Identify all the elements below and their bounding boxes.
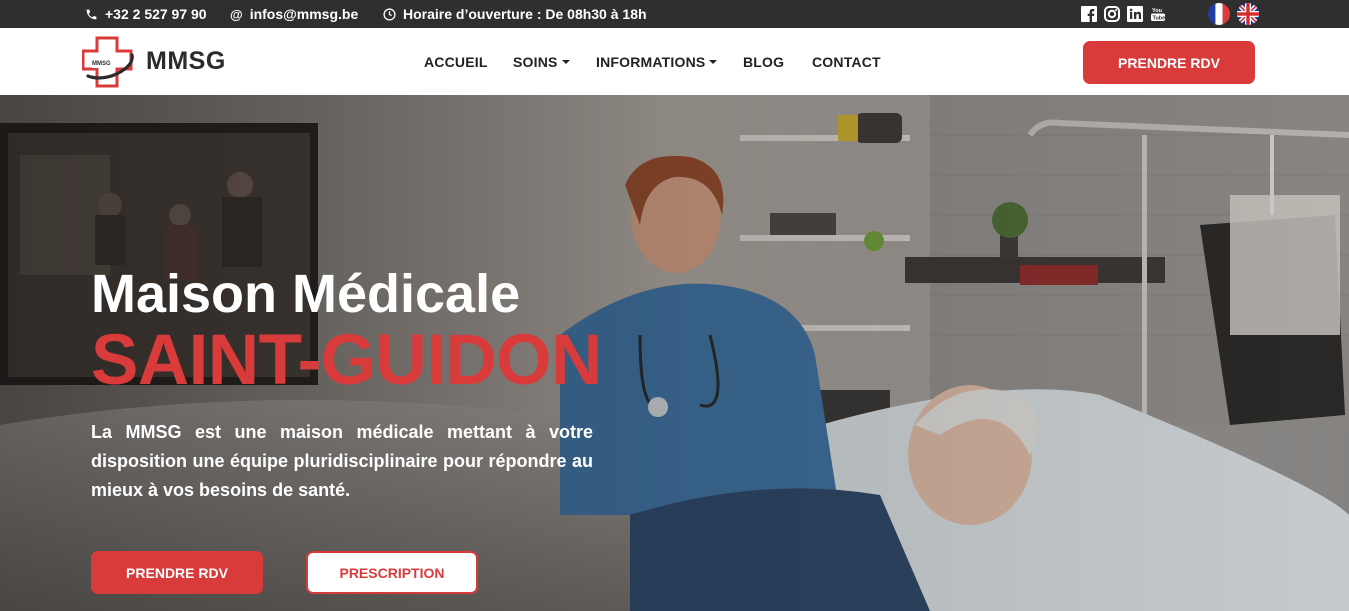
at-icon: @ bbox=[230, 6, 243, 22]
hero-subtitle: SAINT-GUIDON bbox=[91, 321, 602, 400]
fr-flag-icon[interactable] bbox=[1208, 3, 1230, 25]
hours-text: Horaire d’ouverture : De 08h30 à 18h bbox=[403, 6, 647, 22]
instagram-icon[interactable] bbox=[1104, 6, 1120, 22]
email-text: infos@mmsg.be bbox=[249, 6, 359, 22]
hero-description: La MMSG est une maison médicale mettant … bbox=[91, 422, 593, 500]
nav-contact[interactable]: CONTACT bbox=[812, 54, 881, 70]
main-navbar: MMSG MMSG ACCUEIL SOINS INFORMATIONS BLO… bbox=[0, 28, 1349, 96]
svg-text:Tube: Tube bbox=[1153, 16, 1166, 22]
nav-label: ACCUEIL bbox=[424, 54, 488, 70]
nav-label: INFORMATIONS bbox=[596, 54, 706, 70]
brand-name[interactable]: MMSG bbox=[146, 47, 226, 76]
caret-down-icon bbox=[561, 60, 570, 64]
clock-icon bbox=[383, 7, 396, 21]
linkedin-icon[interactable] bbox=[1127, 6, 1143, 22]
uk-flag-icon[interactable] bbox=[1237, 3, 1259, 25]
nav-soins-dropdown[interactable]: SOINS bbox=[513, 54, 570, 70]
hero-title: Maison Médicale bbox=[91, 264, 521, 324]
nav-label: SOINS bbox=[513, 54, 558, 70]
nav-label: BLOG bbox=[743, 54, 785, 70]
hero-section: Maison Médicale SAINT-GUIDON La MMSG est… bbox=[0, 95, 1349, 611]
nav-informations-dropdown[interactable]: INFORMATIONS bbox=[596, 54, 718, 70]
email-contact[interactable]: @ infos@mmsg.be bbox=[230, 0, 358, 28]
youtube-icon[interactable]: You Tube bbox=[1150, 6, 1166, 22]
caret-down-icon bbox=[709, 60, 718, 64]
phone-text: +32 2 527 97 90 bbox=[105, 6, 207, 22]
top-bar: +32 2 527 97 90 @ infos@mmsg.be Horaire … bbox=[0, 0, 1349, 28]
nav-accueil[interactable]: ACCUEIL bbox=[424, 54, 488, 70]
nav-blog[interactable]: BLOG bbox=[743, 54, 784, 70]
prendre-rdv-nav-button[interactable]: PRENDRE RDV bbox=[1083, 41, 1255, 84]
prescription-button[interactable]: PRESCRIPTION bbox=[306, 551, 478, 594]
phone-icon bbox=[85, 8, 98, 21]
nav-label: CONTACT bbox=[812, 54, 881, 70]
facebook-icon[interactable] bbox=[1081, 6, 1097, 22]
prendre-rdv-hero-button[interactable]: PRENDRE RDV bbox=[91, 551, 263, 594]
logo-text: MMSG bbox=[92, 61, 111, 67]
mmsg-logo[interactable]: MMSG bbox=[81, 36, 136, 88]
opening-hours: Horaire d’ouverture : De 08h30 à 18h bbox=[383, 0, 647, 28]
phone-contact[interactable]: +32 2 527 97 90 bbox=[85, 0, 207, 28]
svg-text:You: You bbox=[1152, 8, 1162, 14]
